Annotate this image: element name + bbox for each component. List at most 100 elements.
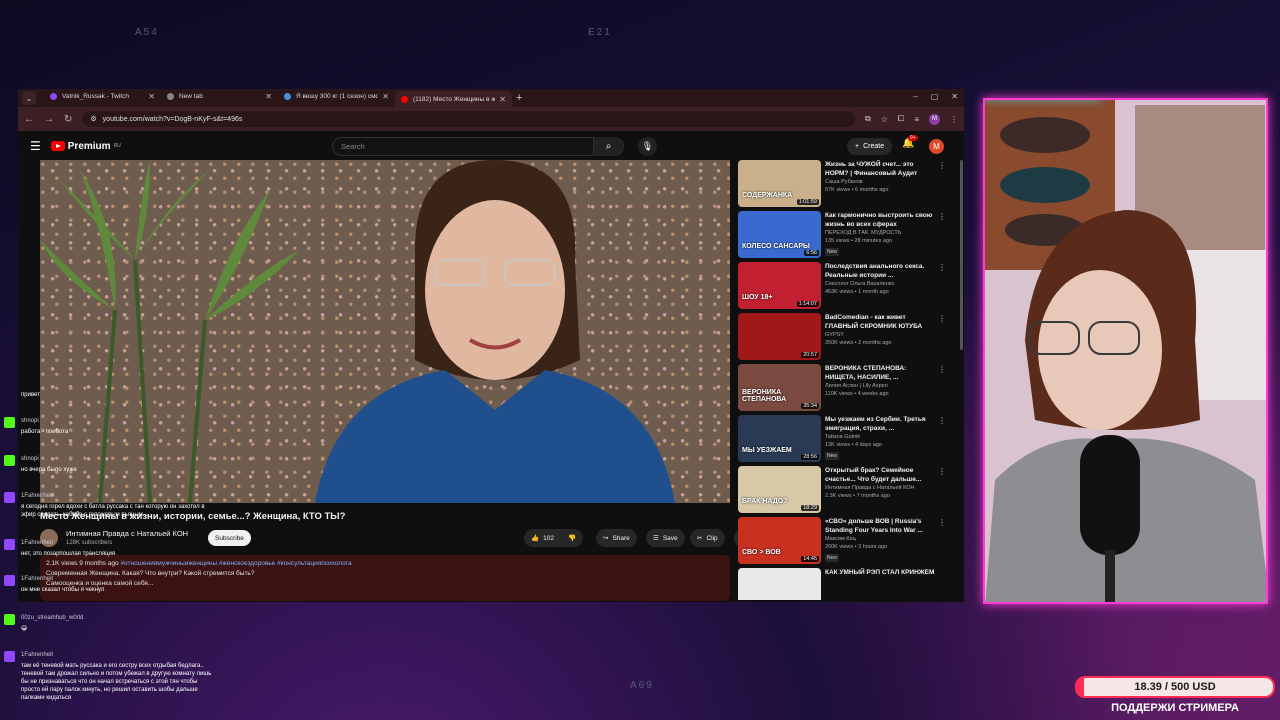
video-thumbnail[interactable]: БРАК НАДО? 18:29 xyxy=(738,466,821,513)
related-video-item[interactable]: КАК УМНЫЙ РЭП СТАЛ КРИНЖЕМ xyxy=(738,568,948,600)
chat-username[interactable]: 1Fahrenheit xyxy=(21,651,53,659)
more-options-icon[interactable]: ⋮ xyxy=(938,263,946,272)
related-video-item[interactable]: БРАК НАДО? 18:29 Открытый брак? Семейное с… xyxy=(738,466,948,514)
url-field[interactable]: ⚙ youtube.com/watch?v=DogB-nKyF-s&t=496s xyxy=(82,111,856,127)
forward-icon[interactable]: → xyxy=(44,114,54,125)
more-options-icon[interactable]: ⋮ xyxy=(938,416,946,425)
menu-icon[interactable]: ⋮ xyxy=(950,115,958,124)
site-info-icon[interactable]: ⚙ xyxy=(90,115,96,123)
microphone-icon[interactable]: 🎙 xyxy=(638,137,657,156)
related-title[interactable]: BadComedian - как живет ГЛАВНЫЙ СКРОМНИК… xyxy=(825,313,935,331)
create-button[interactable]: + Create xyxy=(847,138,893,155)
video-thumbnail[interactable]: СВО > ВОВ 14:45 xyxy=(738,517,821,564)
more-options-icon[interactable]: ⋮ xyxy=(938,518,946,527)
extensions-icon[interactable]: ⧠ xyxy=(898,114,904,124)
close-icon[interactable]: ✕ xyxy=(951,92,958,101)
related-video-item[interactable]: ВЕРОНИКА СТЕПАНОВА 35:34 ВЕРОНИКА СТЕПАНОВ… xyxy=(738,364,948,412)
clip-button[interactable]: ✂ Clip xyxy=(690,529,725,547)
browser-tab[interactable]: Vatnik_Russak - Twitch ✕ xyxy=(44,89,161,103)
related-video-item[interactable]: КОЛЕСО САНСАРЫ 6:56 Как гармонично выстрои… xyxy=(738,211,948,259)
browser-tab[interactable]: New tab ✕ xyxy=(161,89,278,103)
maximize-icon[interactable]: ▢ xyxy=(931,92,939,101)
account-avatar[interactable]: M xyxy=(929,139,944,154)
related-channel[interactable]: Интимная Правда с Натальей КОН xyxy=(825,485,915,491)
video-thumbnail[interactable]: 20:57 xyxy=(738,313,821,360)
more-options-icon[interactable]: ⋮ xyxy=(938,161,946,170)
install-icon[interactable]: ⧉ xyxy=(865,114,871,124)
tab-list: Vatnik_Russak - Twitch ✕ New tab ✕ Я вешу 30… xyxy=(44,89,512,107)
browser-tab[interactable]: (1182) Место Женщины в жи ✕ xyxy=(395,91,512,107)
related-video-item[interactable]: 20:57 BadComedian - как живет ГЛАВНЫЙ СКР… xyxy=(738,313,948,361)
chat-text: привет xyxy=(21,392,40,398)
chat-username[interactable]: 1Fahrenheit xyxy=(21,492,53,500)
related-video-item[interactable]: СОДЕРЖАНКА 1:01:59 Жизнь за ЧУЖОЙ счет... … xyxy=(738,160,948,208)
related-title[interactable]: ВЕРОНИКА СТЕПАНОВА: НИЩЕТА, НАСИЛИЕ, ... xyxy=(825,364,935,382)
related-channel[interactable]: Максим Кац xyxy=(825,536,856,542)
dislike-icon[interactable]: 👎 xyxy=(568,534,576,542)
related-title[interactable]: Мы уезжаем из Сербии. Третья эмиграция, … xyxy=(825,415,935,433)
video-thumbnail[interactable]: МЫ УЕЗЖАЕМ 28:56 xyxy=(738,415,821,462)
chat-username[interactable]: 1Fahrenheit xyxy=(21,575,53,583)
scrollbar[interactable] xyxy=(960,160,963,350)
video-thumbnail[interactable] xyxy=(738,568,821,600)
more-options-icon[interactable]: ⋮ xyxy=(938,467,946,476)
related-channel[interactable]: Лилия Аслен | Lily Aspen xyxy=(825,383,888,389)
tab-close-icon[interactable]: ✕ xyxy=(499,95,506,104)
video-thumbnail[interactable]: СОДЕРЖАНКА 1:01:59 xyxy=(738,160,821,207)
share-button[interactable]: ↪ Share xyxy=(596,529,637,547)
video-duration: 6:56 xyxy=(804,250,819,256)
more-options-icon[interactable]: ⋮ xyxy=(938,212,946,221)
tab-label: New tab xyxy=(179,92,203,100)
related-video-item[interactable]: ШОУ 18+ 1:14:07 Последствия анального секс… xyxy=(738,262,948,310)
notifications-bell-icon[interactable]: 🔔 9+ xyxy=(902,135,918,149)
search-icon[interactable]: ⌕ xyxy=(593,137,623,156)
browser-tab[interactable]: Я вешу 300 кг (1 сезон) смотр ✕ xyxy=(278,89,395,103)
chat-username[interactable]: shnopi xyxy=(21,417,39,425)
like-button[interactable]: 👍 102 👎 xyxy=(524,529,584,547)
minimize-icon[interactable]: – xyxy=(913,92,917,101)
youtube-logo[interactable]: Premium RU xyxy=(50,141,121,152)
tab-close-icon[interactable]: ✕ xyxy=(148,92,155,101)
back-icon[interactable]: ← xyxy=(24,114,34,125)
related-title[interactable]: Открытый брак? Семейное счастье... Что б… xyxy=(825,466,935,484)
related-title[interactable]: Последствия анального секса. Реальные ис… xyxy=(825,262,935,280)
bookmark-star-icon[interactable]: ☆ xyxy=(881,115,888,124)
reload-icon[interactable]: ↻ xyxy=(64,114,72,125)
watermark-top-center: E21 xyxy=(588,27,612,38)
new-tab-button[interactable]: + xyxy=(516,92,522,104)
hamburger-menu-icon[interactable]: ☰ xyxy=(30,139,41,153)
search-input[interactable]: Search ⌕ xyxy=(332,137,624,156)
video-duration: 14:45 xyxy=(801,556,819,562)
related-title[interactable]: КАК УМНЫЙ РЭП СТАЛ КРИНЖЕМ xyxy=(825,568,935,577)
related-title[interactable]: Жизнь за ЧУЖОЙ счет... это НОРМ? | Финан… xyxy=(825,160,935,178)
video-thumbnail[interactable]: КОЛЕСО САНСАРЫ 6:56 xyxy=(738,211,821,258)
related-video-item[interactable]: МЫ УЕЗЖАЕМ 28:56 Мы уезжаем из Сербии. Тре… xyxy=(738,415,948,463)
tab-search-button[interactable]: ⌄ xyxy=(22,91,36,105)
video-thumbnail[interactable]: ШОУ 18+ 1:14:07 xyxy=(738,262,821,309)
save-icon: ☰ xyxy=(653,535,659,542)
chat-username[interactable]: 00zu_streamhub_w0rld xyxy=(21,614,83,622)
chat-username[interactable]: shnopi xyxy=(21,455,39,463)
more-options-icon[interactable]: ⋮ xyxy=(938,314,946,323)
save-button[interactable]: ☰ Save xyxy=(646,529,685,547)
media-icon[interactable]: ≡ xyxy=(914,115,919,124)
profile-avatar[interactable]: M xyxy=(929,113,940,125)
more-options-icon[interactable]: ⋮ xyxy=(938,365,946,374)
chat-username[interactable]: 1Fahrenheit xyxy=(21,539,53,547)
related-channel[interactable]: Сексолог Ольга Василенко xyxy=(825,281,894,287)
related-title[interactable]: «СВО» дольше ВОВ | Russia's Standing Fou… xyxy=(825,517,935,535)
related-title[interactable]: Как гармонично выстроить свою жизнь во в… xyxy=(825,211,935,229)
related-channel[interactable]: GYPSY xyxy=(825,332,844,338)
video-thumbnail[interactable]: ВЕРОНИКА СТЕПАНОВА 35:34 xyxy=(738,364,821,411)
notification-badge: 9+ xyxy=(908,135,918,141)
video-duration: 18:29 xyxy=(801,505,819,511)
tab-close-icon[interactable]: ✕ xyxy=(265,92,272,101)
related-channel[interactable]: Саша Рубанов xyxy=(825,179,863,185)
like-count: 102 xyxy=(543,534,554,542)
related-channel[interactable]: ПЕРЕХОД В ТАК. МУДРОСТЬ xyxy=(825,230,901,236)
tab-label: Vatnik_Russak - Twitch xyxy=(62,92,129,100)
related-video-item[interactable]: СВО > ВОВ 14:45 «СВО» дольше ВОВ | Russia'… xyxy=(738,517,948,565)
address-bar-row: ← → ↻ ⚙ youtube.com/watch?v=DogB-nKyF-s&… xyxy=(18,107,964,131)
tab-close-icon[interactable]: ✕ xyxy=(382,92,389,101)
related-channel[interactable]: Tatiana Gutnik xyxy=(825,434,860,440)
